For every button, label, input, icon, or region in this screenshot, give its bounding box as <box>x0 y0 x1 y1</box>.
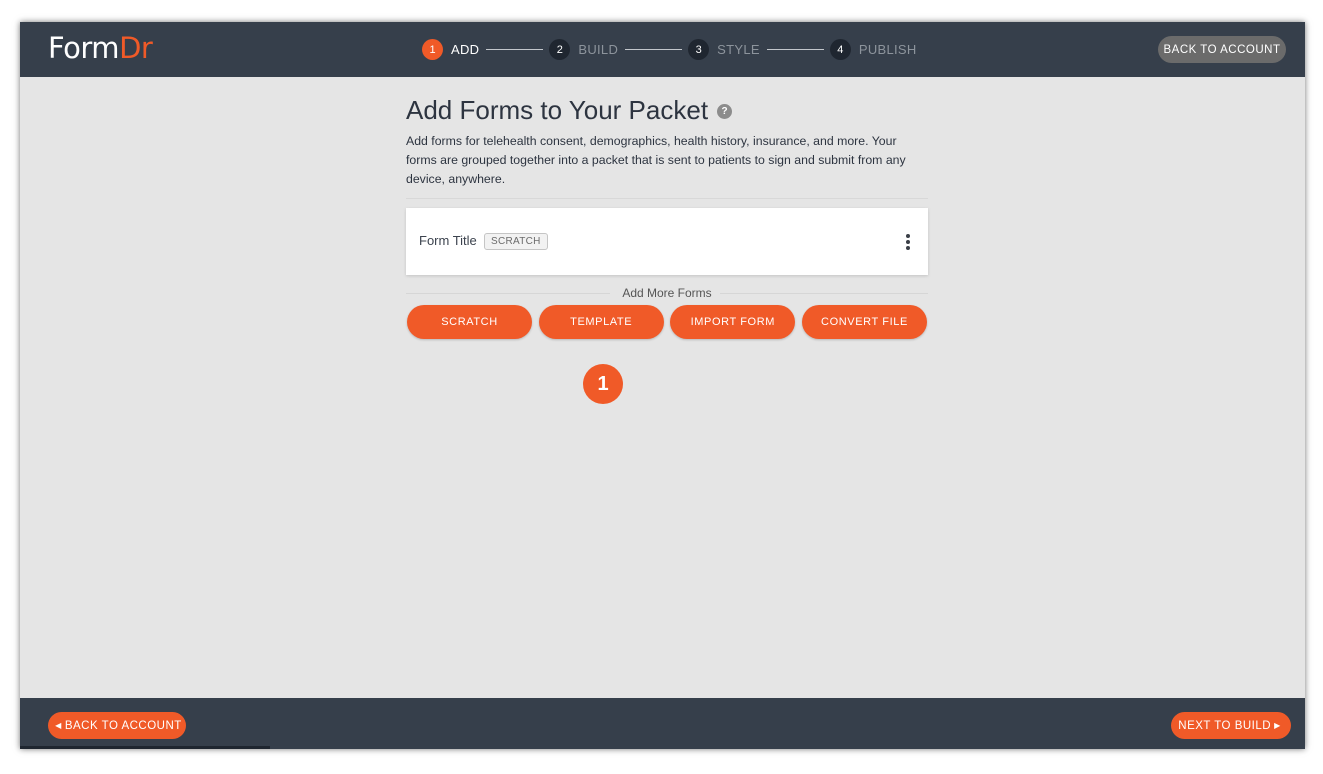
step-build[interactable]: 2 BUILD <box>549 39 618 60</box>
footer-back-to-account-button[interactable]: ◀ BACK TO ACCOUNT <box>48 712 186 739</box>
step-label: STYLE <box>717 42 760 57</box>
main-content: Add Forms to Your Packet ? Add forms for… <box>406 92 928 339</box>
step-style[interactable]: 3 STYLE <box>688 39 760 60</box>
add-form-buttons: SCRATCH TEMPLATE IMPORT FORM CONVERT FIL… <box>406 305 928 339</box>
step-label: PUBLISH <box>858 42 917 57</box>
step-publish[interactable]: 4 PUBLISH <box>829 39 917 60</box>
step-number-badge: 4 <box>829 39 851 60</box>
step-number-badge: 3 <box>688 39 710 60</box>
step-label: ADD <box>451 42 480 57</box>
logo-text-form: Form <box>48 31 120 65</box>
caret-left-icon: ◀ <box>55 721 62 730</box>
step-marker-badge: 1 <box>583 364 623 404</box>
import-form-button[interactable]: IMPORT FORM <box>670 305 796 339</box>
form-title: Form Title <box>419 233 477 248</box>
next-to-build-button[interactable]: NEXT TO BUILD ▶ <box>1171 712 1291 739</box>
scratch-button[interactable]: SCRATCH <box>407 305 532 339</box>
step-connector <box>625 49 683 50</box>
add-more-forms-divider: Add More Forms <box>406 285 928 301</box>
caret-right-icon: ▶ <box>1274 721 1281 730</box>
app-window: FormDr 1 ADD 2 BUILD 3 STYLE 4 PUBLISH B… <box>20 22 1305 749</box>
step-label: BUILD <box>578 42 619 57</box>
footer-next-label: NEXT TO BUILD <box>1178 719 1272 732</box>
step-add[interactable]: 1 ADD <box>422 39 479 60</box>
page-title: Add Forms to Your Packet <box>406 95 709 125</box>
step-number-badge: 2 <box>549 39 571 60</box>
form-type-badge: SCRATCH <box>484 233 548 250</box>
form-card[interactable]: Form Title SCRATCH <box>406 208 928 275</box>
convert-file-button[interactable]: CONVERT FILE <box>801 305 927 339</box>
back-to-account-button[interactable]: BACK TO ACCOUNT <box>1158 36 1286 63</box>
step-connector <box>766 49 824 50</box>
footer-back-label: BACK TO ACCOUNT <box>64 719 182 732</box>
page-description: Add forms for telehealth consent, demogr… <box>406 134 906 186</box>
step-connector <box>486 49 544 50</box>
formdr-logo[interactable]: FormDr <box>48 30 153 66</box>
step-number-badge: 1 <box>422 39 443 60</box>
footer-progress-bar <box>20 746 270 749</box>
top-navbar: FormDr 1 ADD 2 BUILD 3 STYLE 4 PUBLISH B… <box>20 22 1305 77</box>
footer-bar: ◀ BACK TO ACCOUNT NEXT TO BUILD ▶ <box>20 698 1305 749</box>
more-options-icon[interactable] <box>905 234 911 250</box>
page-title-row: Add Forms to Your Packet ? <box>406 92 928 128</box>
divider <box>406 198 928 199</box>
template-button[interactable]: TEMPLATE <box>538 305 664 339</box>
help-icon[interactable]: ? <box>717 104 733 119</box>
logo-text-dr: Dr <box>119 31 153 65</box>
step-progress: 1 ADD 2 BUILD 3 STYLE 4 PUBLISH <box>422 39 917 60</box>
